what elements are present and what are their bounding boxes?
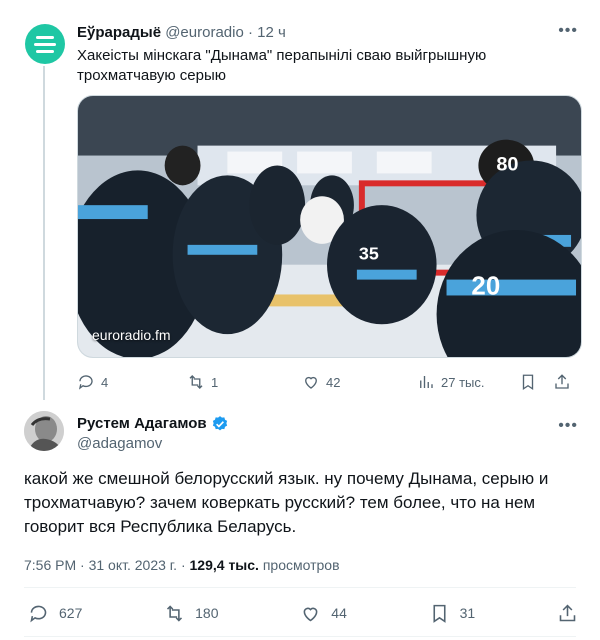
author-name[interactable]: Рустем Адагамов: [77, 414, 207, 434]
bookmark-button[interactable]: 31: [429, 603, 476, 624]
repost-icon: [189, 375, 203, 389]
repost-button[interactable]: 180: [164, 603, 219, 624]
reply-icon: [78, 375, 93, 390]
tweet-media-image[interactable]: 35 80 20 euroradio.fm: [77, 95, 582, 358]
hockey-photo: 35 80 20: [78, 96, 581, 357]
share-icon: [555, 374, 569, 389]
repost-button[interactable]: 1: [187, 373, 302, 391]
divider: [24, 587, 576, 588]
views-label: просмотров: [262, 557, 340, 573]
bookmark-button[interactable]: [519, 373, 553, 391]
repost-count: 1: [211, 374, 219, 390]
more-icon[interactable]: •••: [558, 22, 578, 40]
media-caption: euroradio.fm: [92, 327, 171, 343]
svg-text:20: 20: [471, 273, 500, 301]
verified-icon[interactable]: [211, 415, 229, 433]
main-tweet-author: Рустем Адагамов: [77, 414, 229, 434]
separator-dot: ·: [247, 24, 253, 41]
svg-text:80: 80: [496, 153, 518, 175]
repost-icon: [167, 604, 183, 622]
bookmark-icon: [522, 374, 534, 391]
like-button[interactable]: 44: [300, 603, 347, 624]
share-button[interactable]: [553, 373, 571, 391]
tweet-timestamp[interactable]: 7:56 PM · 31 окт. 2023 г. ·: [24, 557, 190, 573]
views-button[interactable]: 27 тыс.: [417, 373, 519, 391]
quoted-tweet[interactable]: Еўрарадыё @euroradio · 12 ч ••• Хакеісты…: [0, 0, 600, 400]
tweet-meta: 7:56 PM · 31 окт. 2023 г. · 129,4 тыс. п…: [24, 555, 340, 575]
like-count: 42: [326, 374, 341, 390]
adagamov-avatar[interactable]: [24, 411, 64, 451]
quoted-tweet-actions: 4 1 42 27 тыс.: [77, 372, 582, 392]
repost-count: 180: [195, 605, 219, 621]
like-icon: [303, 607, 318, 621]
bookmark-icon: [433, 604, 446, 623]
svg-text:35: 35: [359, 244, 379, 264]
like-button[interactable]: 42: [302, 373, 417, 391]
views-count: 27 тыс.: [441, 374, 485, 390]
share-icon: [559, 604, 576, 621]
euroradio-avatar[interactable]: [25, 24, 65, 64]
reply-button[interactable]: 627: [28, 603, 82, 624]
bookmark-count: 31: [459, 605, 476, 621]
more-icon[interactable]: •••: [558, 417, 578, 435]
reply-count: 4: [101, 374, 109, 390]
views-count: 129,4 тыс.: [189, 557, 259, 573]
quoted-tweet-header: Еўрарадыё @euroradio · 12 ч: [77, 23, 286, 43]
main-tweet-text: какой же смешной белорусский язык. ну по…: [24, 469, 549, 536]
divider: [24, 636, 576, 637]
like-icon: [305, 376, 317, 389]
reply-button[interactable]: 4: [77, 373, 187, 391]
thread-line: [43, 66, 45, 400]
profile-photo: [24, 411, 64, 451]
like-count: 44: [331, 605, 347, 621]
share-button[interactable]: [557, 603, 578, 624]
main-tweet-actions: 627 180 44 31: [28, 602, 578, 624]
reply-icon: [30, 605, 47, 622]
tweet-time[interactable]: 12 ч: [257, 24, 286, 41]
author-handle[interactable]: @euroradio: [165, 24, 244, 41]
views-icon: [420, 376, 433, 388]
author-name[interactable]: Еўрарадыё: [77, 24, 161, 41]
quoted-tweet-text: Хакеісты мінскага "Дынама" перапынілі св…: [77, 47, 487, 84]
author-handle[interactable]: @adagamov: [77, 434, 162, 454]
reply-count: 627: [59, 605, 83, 621]
